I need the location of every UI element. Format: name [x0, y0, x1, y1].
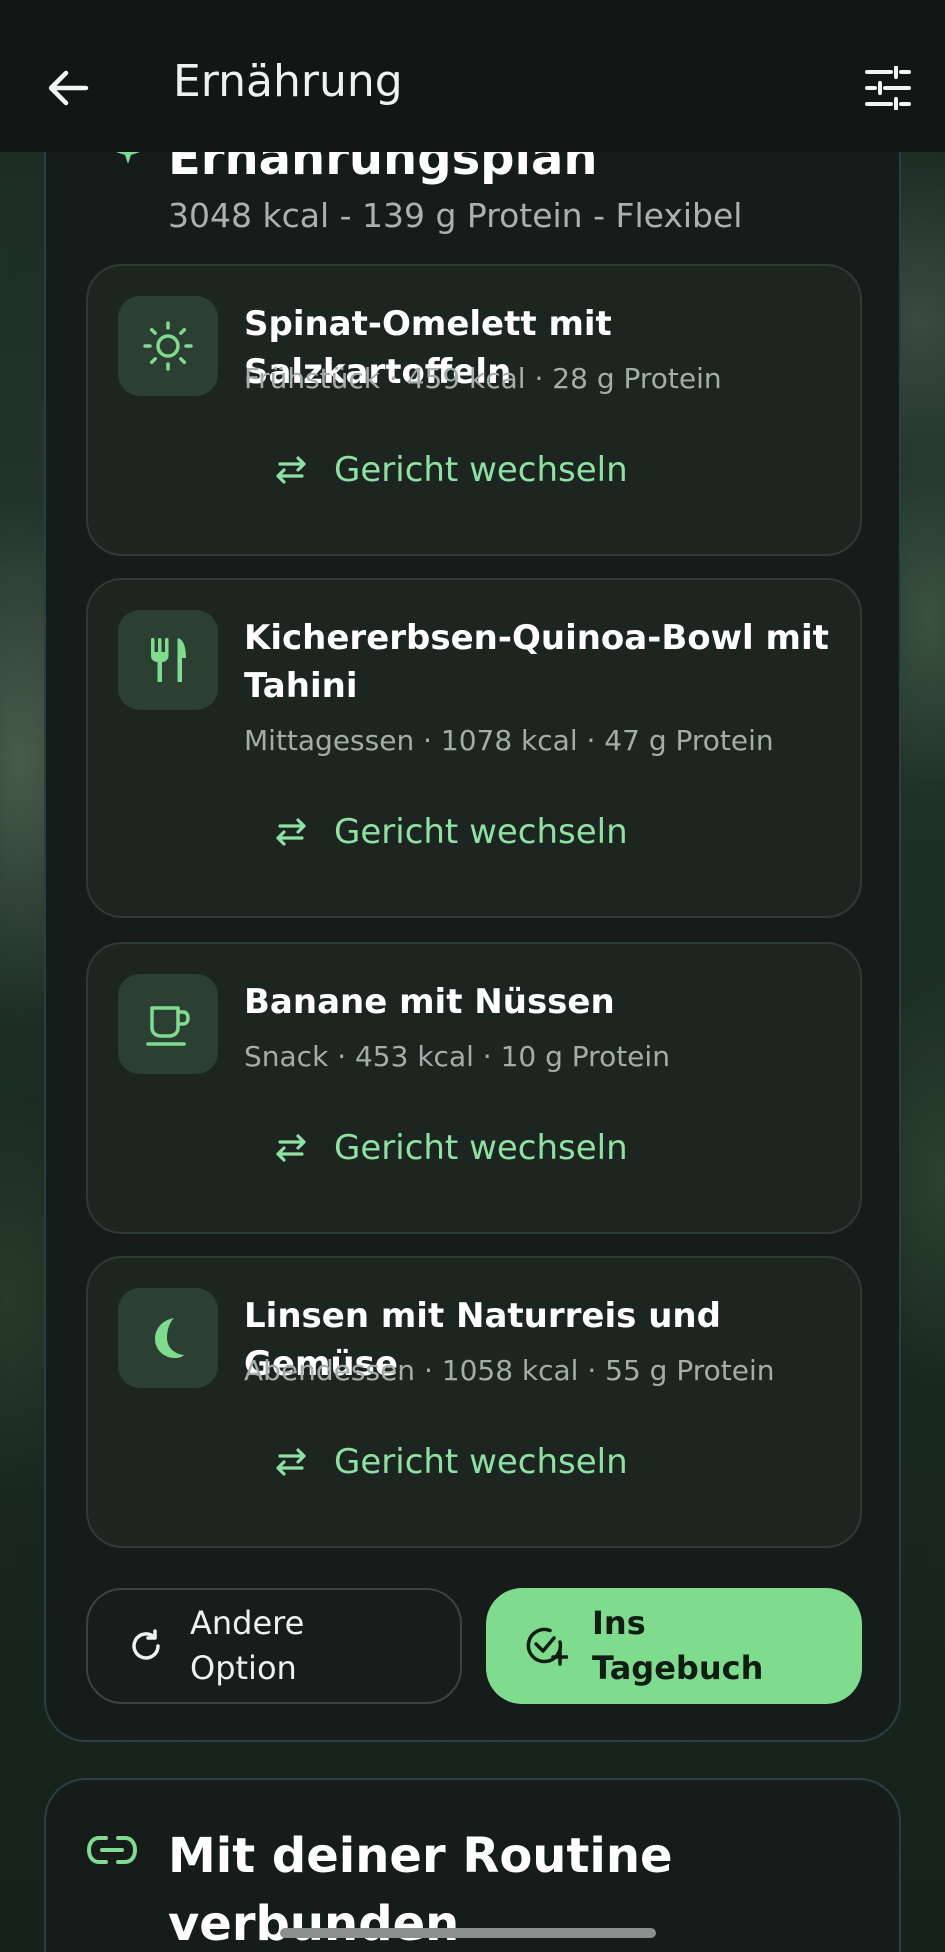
page-title: Ernährung: [173, 56, 403, 107]
meal-info: Frühstück · 459 kcal · 28 g Protein: [244, 362, 722, 395]
swap-icon: [276, 1134, 306, 1162]
nutrition-plan-card: Ernährungsplan 3048 kcal - 139 g Protein…: [44, 90, 901, 1742]
home-indicator[interactable]: [280, 1928, 656, 1938]
swap-meal-button[interactable]: Gericht wechseln: [274, 1128, 628, 1168]
meal-card-snack[interactable]: Banane mit Nüssen Snack · 453 kcal · 10 …: [86, 942, 862, 1234]
sun-icon: [143, 321, 193, 371]
top-app-bar: Ernährung: [0, 0, 945, 152]
swap-meal-button[interactable]: Gericht wechseln: [274, 450, 628, 490]
meal-name: Banane mit Nüssen: [244, 982, 615, 1022]
sliders-icon: [865, 66, 911, 110]
swap-icon: [276, 818, 306, 846]
meal-icon-box: [118, 1288, 218, 1388]
back-button[interactable]: [40, 60, 96, 116]
add-to-diary-label: Ins Tagebuch: [592, 1604, 764, 1687]
meal-icon-box: [118, 974, 218, 1074]
swap-meal-label: Gericht wechseln: [334, 1442, 628, 1482]
link-icon: [86, 1836, 138, 1864]
meal-info: Mittagessen · 1078 kcal · 47 g Protein: [244, 724, 774, 757]
cup-icon: [146, 1006, 190, 1046]
meal-info: Abendessen · 1058 kcal · 55 g Protein: [244, 1354, 775, 1387]
other-option-button[interactable]: Andere Option: [86, 1588, 462, 1704]
meal-card-lunch[interactable]: Kichererbsen-Quinoa-Bowl mit Tahini Mitt…: [86, 578, 862, 918]
routine-card: Mit deiner Routine verbunden: [44, 1778, 901, 1952]
meal-info: Snack · 453 kcal · 10 g Protein: [244, 1040, 670, 1073]
swap-icon: [276, 1448, 306, 1476]
meal-icon-box: [118, 610, 218, 710]
refresh-icon: [132, 1629, 160, 1660]
swap-meal-button[interactable]: Gericht wechseln: [274, 812, 628, 852]
meal-icon-box: [118, 296, 218, 396]
swap-icon: [276, 456, 306, 484]
arrow-left-icon: [48, 70, 89, 106]
add-to-diary-button[interactable]: Ins Tagebuch: [486, 1588, 862, 1704]
meal-name: Kichererbsen-Quinoa-Bowl mit Tahini: [244, 618, 829, 706]
filter-button[interactable]: [858, 60, 918, 116]
meal-card-dinner[interactable]: Linsen mit Naturreis und Gemüse Abendess…: [86, 1256, 862, 1548]
plan-summary: 3048 kcal - 139 g Protein - Flexibel: [168, 196, 743, 235]
cutlery-icon: [151, 638, 186, 682]
other-option-label: Andere Option: [190, 1604, 305, 1687]
swap-meal-label: Gericht wechseln: [334, 450, 628, 490]
check-add-icon: [526, 1627, 568, 1666]
moon-icon: [155, 1318, 184, 1358]
swap-meal-label: Gericht wechseln: [334, 812, 628, 852]
swap-meal-label: Gericht wechseln: [334, 1128, 628, 1168]
meal-card-breakfast[interactable]: Spinat-Omelett mit Salzkartoffeln Frühst…: [86, 264, 862, 556]
swap-meal-button[interactable]: Gericht wechseln: [274, 1442, 628, 1482]
